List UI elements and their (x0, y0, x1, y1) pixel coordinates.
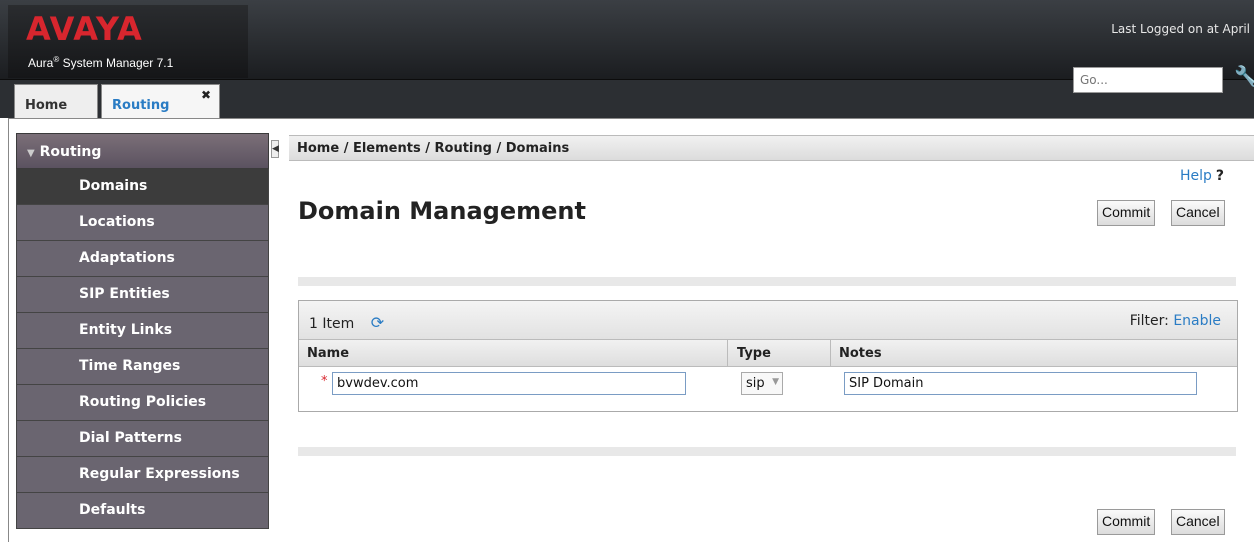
last-logged-text: Last Logged on at April (1111, 22, 1250, 36)
close-icon[interactable]: ✖ (201, 88, 211, 102)
chevron-down-icon: ▼ (772, 377, 779, 387)
page-title: Domain Management (298, 197, 586, 225)
notes-input[interactable]: SIP Domain (844, 372, 1197, 395)
table-row: * bvwdev.com sip ▼ SIP Domain (299, 367, 1237, 397)
product-name: Aura® System Manager 7.1 (28, 55, 174, 70)
divider (298, 447, 1236, 456)
cancel-button[interactable]: Cancel (1171, 200, 1225, 226)
column-divider (830, 340, 831, 367)
filter-control: Filter: Enable (1129, 313, 1221, 329)
logo-area: AVAYA Aura® System Manager 7.1 (8, 5, 248, 78)
question-icon: ? (1215, 168, 1225, 184)
sidebar-item-routing-policies[interactable]: Routing Policies (16, 385, 269, 421)
refresh-icon[interactable]: ⟳ (371, 313, 384, 332)
breadcrumb: Home / Elements / Routing / Domains (289, 135, 1254, 161)
tab-bar: Home Routing ✖ (0, 80, 1254, 118)
collapse-sidebar-icon[interactable]: ◀ (271, 140, 279, 158)
help-link[interactable]: Help? (1180, 168, 1224, 184)
sidebar-item-defaults[interactable]: Defaults (16, 493, 269, 529)
sidebar-item-regular-expressions[interactable]: Regular Expressions (16, 457, 269, 493)
sidebar: ▼ Routing Domains Locations Adaptations … (16, 133, 269, 529)
search-input[interactable] (1073, 67, 1223, 93)
sidebar-item-dial-patterns[interactable]: Dial Patterns (16, 421, 269, 457)
divider (298, 277, 1236, 286)
domain-name-input[interactable]: bvwdev.com (332, 372, 686, 395)
column-header-name[interactable]: Name (307, 346, 349, 361)
commit-button[interactable]: Commit (1097, 200, 1156, 226)
column-header-notes[interactable]: Notes (839, 346, 882, 361)
domains-table: 1 Item ⟳ Filter: Enable Name Type Notes … (298, 300, 1238, 412)
app-header: AVAYA Aura® System Manager 7.1 Last Logg… (0, 0, 1254, 80)
item-count: 1 Item (309, 316, 355, 332)
required-asterisk-icon: * (321, 374, 328, 389)
sidebar-item-domains[interactable]: Domains (16, 169, 269, 205)
wrench-icon[interactable]: 🔧 (1234, 64, 1254, 88)
sidebar-item-entity-links[interactable]: Entity Links (16, 313, 269, 349)
sidebar-item-locations[interactable]: Locations (16, 205, 269, 241)
commit-button-bottom[interactable]: Commit (1097, 509, 1156, 535)
sidebar-item-time-ranges[interactable]: Time Ranges (16, 349, 269, 385)
column-header-type[interactable]: Type (737, 346, 771, 361)
sidebar-item-adaptations[interactable]: Adaptations (16, 241, 269, 277)
sidebar-item-sip-entities[interactable]: SIP Entities (16, 277, 269, 313)
tab-home[interactable]: Home (14, 84, 98, 118)
triangle-down-icon: ▼ (27, 148, 35, 159)
column-divider (727, 340, 728, 367)
table-toolbar: 1 Item ⟳ Filter: Enable (299, 301, 1237, 340)
sidebar-header-routing[interactable]: ▼ Routing (16, 133, 269, 169)
filter-enable-link[interactable]: Enable (1173, 313, 1221, 329)
cancel-button-bottom[interactable]: Cancel (1171, 509, 1225, 535)
avaya-logo: AVAYA (26, 10, 143, 48)
tab-routing[interactable]: Routing ✖ (101, 84, 220, 118)
type-select[interactable]: sip ▼ (741, 372, 783, 395)
table-header: Name Type Notes (299, 340, 1237, 367)
